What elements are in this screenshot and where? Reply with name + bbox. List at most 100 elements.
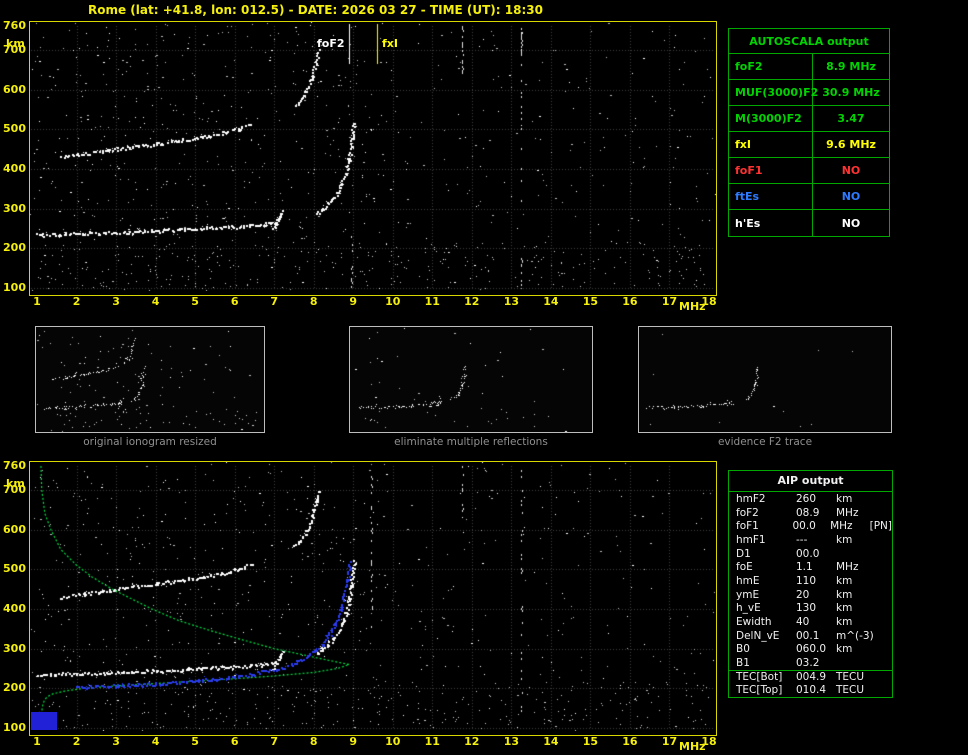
x-tick-label: 18 <box>701 295 717 308</box>
aip-row-name: Ewidth <box>736 616 772 629</box>
aip-row-name: DelN_vE <box>736 629 780 642</box>
y-tick-label: 200 <box>3 681 26 695</box>
autoscala-output-rows: foF2 8.9 MHz MUF(3000)F2 30.9 MHz M(3000)F2 3… <box>729 54 889 236</box>
aip-row-value: 130 <box>796 602 817 615</box>
autoscala-row: fxI 9.6 MHz <box>729 132 889 158</box>
aip-row-value: 00.0 <box>792 520 816 533</box>
x-tick-label: 12 <box>464 295 480 308</box>
aip-row-unit: m^(-3) <box>836 629 874 642</box>
y-tick-label: 500 <box>3 562 26 576</box>
x-tick-label: 13 <box>503 295 519 308</box>
x-tick-label: 10 <box>385 735 401 748</box>
y-tick-label: 400 <box>3 161 26 175</box>
autoscala-row-label: foF1 <box>729 158 813 183</box>
aip-row-name: ymE <box>736 588 760 601</box>
x-tick-label: 1 <box>33 735 41 748</box>
aip-row: TEC[Top] 010.4 TECU <box>729 684 892 698</box>
y-tick-label: 400 <box>3 601 26 615</box>
autoscala-row-value: 30.9 MHz <box>822 86 880 99</box>
y-tick-label: 100 <box>3 721 26 734</box>
x-tick-label: 10 <box>385 295 401 308</box>
autoscala-row: h'Es NO <box>729 210 889 236</box>
autoscala-row-value: NO <box>841 190 861 203</box>
aip-row-name: h_vE <box>736 602 761 615</box>
x-tick-label: 5 <box>191 295 199 308</box>
thumbnail-caption: evidence F2 trace <box>717 436 813 448</box>
aip-row: D1 00.0 <box>729 547 892 561</box>
x-tick-label: 1 <box>33 295 41 308</box>
aip-row: hmF1 --- km <box>729 533 892 547</box>
aip-row-value: 1.1 <box>796 561 813 574</box>
aip-row-value: 110 <box>796 574 817 587</box>
thumbnail-eliminate-canvas <box>350 327 592 432</box>
x-tick-label: 8 <box>309 735 318 748</box>
y-tick-label: 500 <box>3 122 26 136</box>
x-tick-label: 11 <box>424 735 440 748</box>
aip-row: foF1 00.0 MHz [PN] <box>729 519 892 533</box>
bottom-ionogram-canvas <box>30 462 716 731</box>
x-tick-label: 9 <box>349 295 358 308</box>
aip-row: B1 03.2 <box>729 656 892 670</box>
y-tick-label: 600 <box>3 522 26 536</box>
x-tick-label: 12 <box>464 735 480 748</box>
fof2-marker-label: foF2 <box>317 37 345 50</box>
aip-row: h_vE 130 km <box>729 602 892 616</box>
aip-row-unit: TECU <box>836 684 865 697</box>
autoscala-row-label: ftEs <box>729 184 813 209</box>
y-tick-label: 600 <box>3 82 26 96</box>
aip-row: hmE 110 km <box>729 574 892 588</box>
aip-row-name: TEC[Top] <box>736 684 783 697</box>
autoscala-row-label: h'Es <box>729 210 813 236</box>
autoscala-row: ftEs NO <box>729 184 889 210</box>
x-tick-label: 14 <box>543 735 559 748</box>
aip-row-unit: km <box>836 616 853 629</box>
thumbnail-eliminate-reflections <box>349 326 593 433</box>
aip-row: Ewidth 40 km <box>729 615 892 629</box>
aip-row-name: B1 <box>736 657 750 670</box>
x-tick-label: 8 <box>309 295 318 308</box>
x-tick-label: 16 <box>622 295 638 308</box>
fxi-marker-label: fxI <box>382 37 398 50</box>
aip-row-name: foF1 <box>736 520 759 533</box>
aip-row-name: TEC[Bot] <box>736 671 783 684</box>
autoscala-row-label: MUF(3000)F2 <box>729 80 818 105</box>
x-tick-label: 18 <box>701 735 717 748</box>
autoscala-row-value: 3.47 <box>837 112 865 125</box>
autoscala-row-label: foF2 <box>729 54 813 79</box>
x-tick-label: 17 <box>661 295 678 308</box>
aip-row-value: 010.4 <box>796 684 827 697</box>
aip-row-name: foF2 <box>736 506 759 519</box>
x-tick-label: 2 <box>72 735 81 748</box>
y-tick-label: 300 <box>3 641 26 655</box>
aip-row-unit: km <box>836 574 853 587</box>
autoscala-row-value: NO <box>841 216 861 230</box>
x-tick-label: 7 <box>270 295 278 308</box>
bottom-ionogram-plot <box>29 461 717 736</box>
x-tick-label: 6 <box>230 735 239 748</box>
x-tick-label: 15 <box>582 735 599 748</box>
x-tick-label: 9 <box>349 735 358 748</box>
aip-row-unit: km <box>836 643 853 656</box>
y-tick-label: 760 <box>3 19 26 32</box>
thumbnail-caption: eliminate multiple reflections <box>394 436 548 448</box>
aip-row-unit: TECU <box>836 671 865 684</box>
aip-row-name: hmF1 <box>736 533 766 546</box>
aip-row: B0 060.0 km <box>729 643 892 657</box>
aip-row-unit: km <box>836 602 853 615</box>
autoscala-output-panel: AUTOSCALA output foF2 8.9 MHz MUF(3000)F2 3… <box>728 28 890 237</box>
x-tick-label: 13 <box>503 735 519 748</box>
aip-row-value: 004.9 <box>796 671 827 684</box>
x-tick-label: 15 <box>582 295 599 308</box>
aip-row-value: --- <box>796 533 808 546</box>
aip-row-value: 40 <box>796 616 810 629</box>
x-tick-label: 4 <box>151 295 160 308</box>
y-tick-label: 300 <box>3 201 26 215</box>
aip-row-name: D1 <box>736 547 751 560</box>
y-tick-label: 700 <box>3 482 26 496</box>
aip-output-rows: hmF2 260 km foF2 08.9 MHz foF1 00.0 MHz [PN] hmF1 -… <box>729 492 892 697</box>
aip-row-unit: km <box>836 492 853 505</box>
aip-row: foE 1.1 MHz <box>729 560 892 574</box>
autoscala-row: M(3000)F2 3.47 <box>729 106 889 132</box>
x-tick-label: 3 <box>112 735 120 748</box>
aip-row: hmF2 260 km <box>729 492 892 506</box>
